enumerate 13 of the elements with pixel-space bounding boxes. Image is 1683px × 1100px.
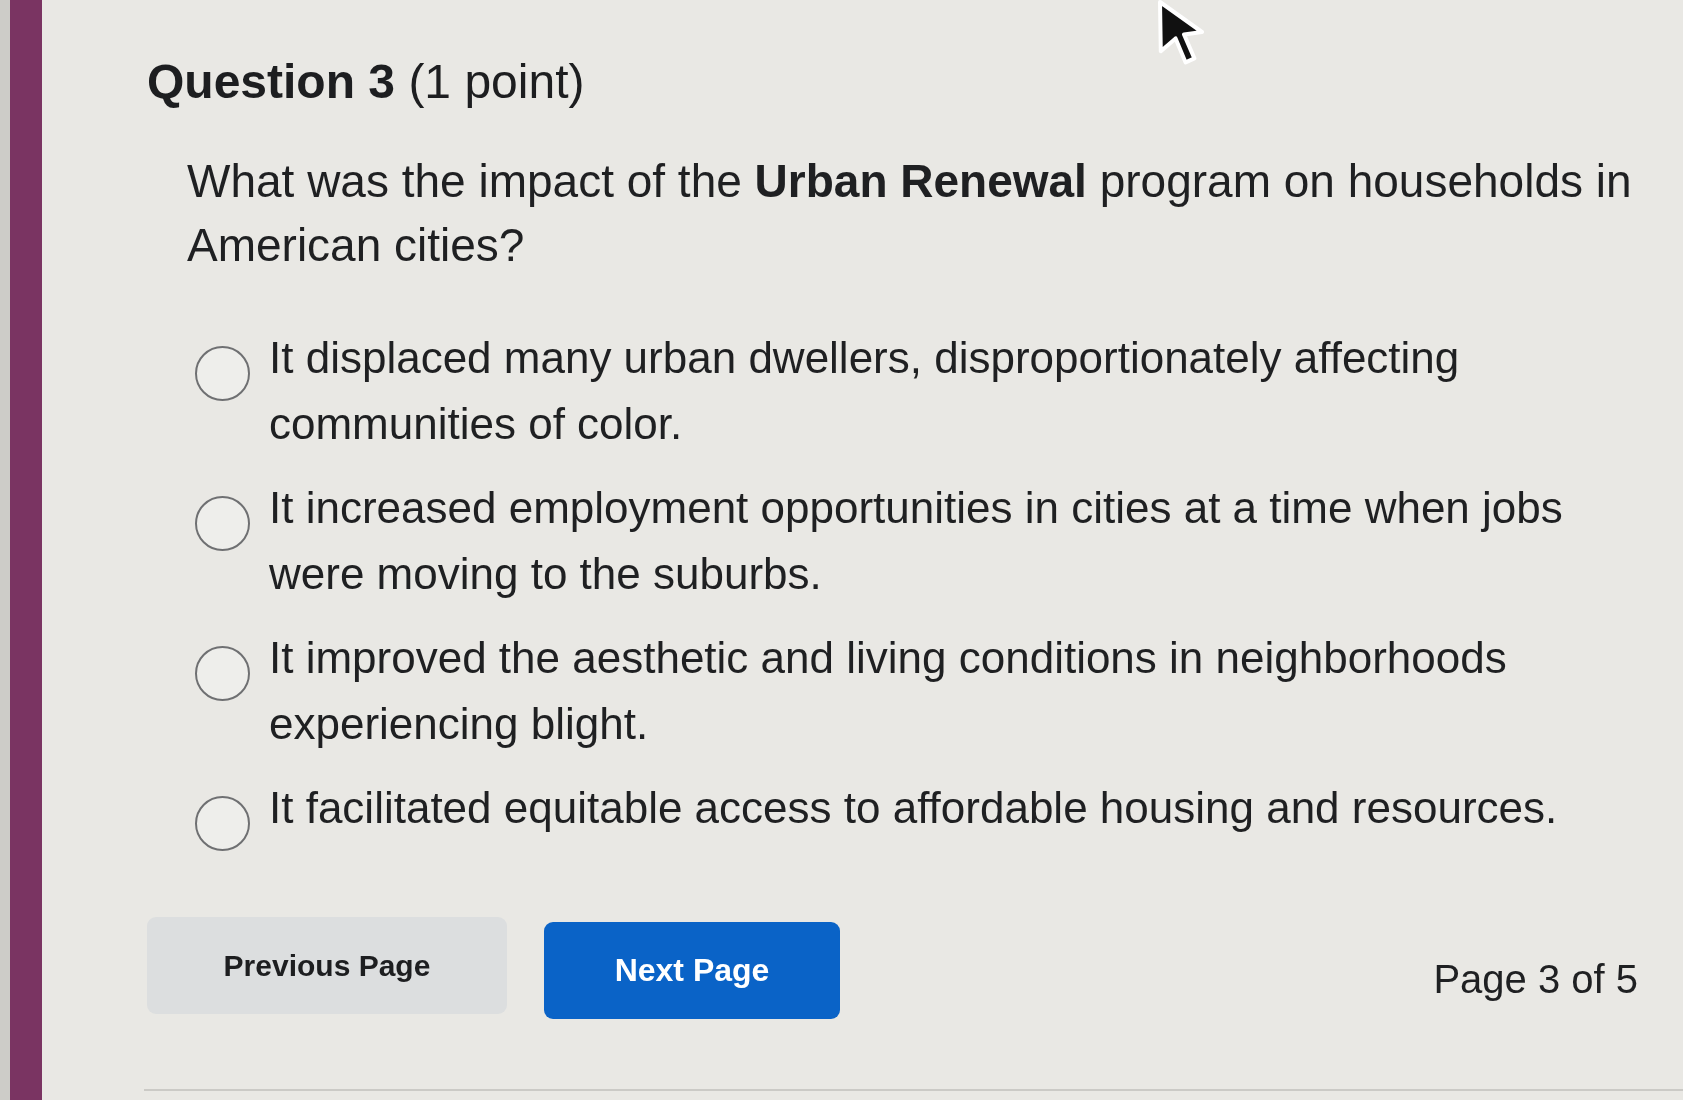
question-text: What was the impact of the Urban Renewal program on households in American cities? [187, 154, 1633, 273]
radio-button[interactable] [195, 346, 250, 401]
previous-page-button[interactable]: Previous Page [147, 917, 507, 1014]
question-title: Question 3 (1 point) [147, 54, 585, 110]
option-label: It improved the aesthetic and living conditions in neighborhoods experiencing blight. [269, 632, 1508, 750]
radio-button[interactable] [195, 646, 250, 701]
option-label: It facilitated equitable access to affordable housing and resources. [269, 782, 1559, 834]
next-page-button[interactable]: Next Page [544, 922, 840, 1019]
option-label: It displaced many urban dwellers, disproportionately affecting communities of color. [269, 332, 1461, 450]
radio-button[interactable] [195, 796, 250, 851]
page-indicator: Page 3 of 5 [1433, 956, 1638, 1003]
radio-button[interactable] [195, 496, 250, 551]
option-label: It increased employment opportunities in cities at a time when jobs were moving to the suburbs. [269, 482, 1564, 600]
